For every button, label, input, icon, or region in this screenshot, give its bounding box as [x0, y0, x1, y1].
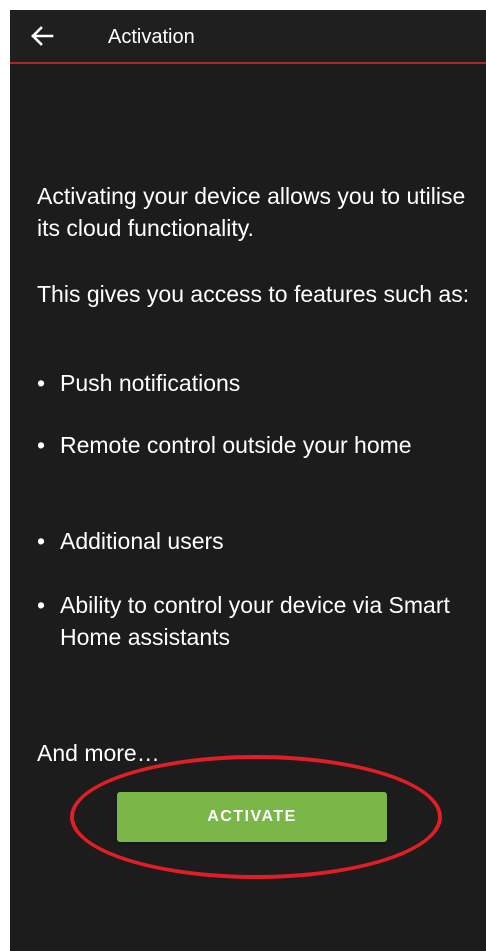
activation-screen: Activation Activating your device allows…	[10, 10, 486, 951]
feature-text: Remote control outside your home	[60, 432, 412, 458]
features-intro-paragraph: This gives you access to features such a…	[37, 281, 470, 307]
bullet-icon: •	[37, 592, 46, 618]
page-title: Activation	[108, 26, 195, 48]
bullet-icon: •	[37, 370, 46, 396]
feature-text: Additional users	[60, 528, 224, 554]
and-more-text: And more…	[37, 740, 160, 766]
feature-text: Ability to control your device via Smart…	[60, 592, 450, 650]
app-bar: Activation	[10, 10, 486, 64]
arrow-left-icon	[31, 26, 54, 46]
bullet-icon: •	[37, 528, 46, 554]
intro-paragraph: Activating your device allows you to uti…	[37, 183, 466, 241]
activate-button[interactable]: ACTIVATE	[117, 792, 387, 842]
bullet-icon: •	[37, 432, 46, 458]
feature-text: Push notifications	[60, 370, 241, 396]
back-button[interactable]	[24, 18, 60, 54]
